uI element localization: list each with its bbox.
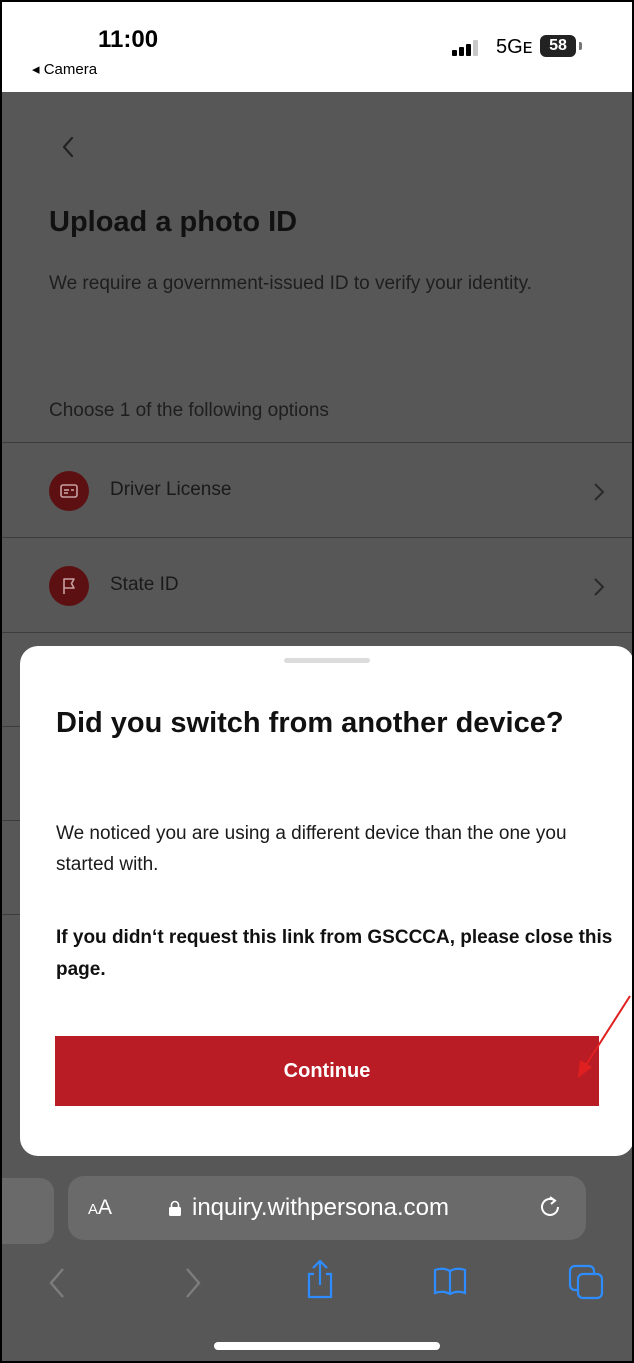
choose-label: Choose 1 of the following options bbox=[49, 400, 329, 421]
reload-icon[interactable] bbox=[538, 1194, 564, 1222]
page-title: Upload a photo ID bbox=[49, 206, 298, 238]
divider bbox=[2, 632, 632, 633]
sheet-drag-handle[interactable] bbox=[284, 658, 370, 663]
tabs-icon[interactable] bbox=[568, 1264, 606, 1300]
share-icon[interactable] bbox=[305, 1258, 335, 1300]
address-bar[interactable]: AA inquiry.withpersona.com bbox=[68, 1176, 586, 1240]
sheet-warning: If you didn‘t request this link from GSC… bbox=[56, 927, 613, 980]
previous-tab-peek[interactable] bbox=[2, 1178, 54, 1244]
option-label: Driver License bbox=[110, 479, 232, 500]
url-text: inquiry.withpersona.com bbox=[192, 1194, 450, 1221]
battery-tip bbox=[579, 42, 582, 50]
continue-button[interactable]: Continue bbox=[55, 1036, 599, 1106]
id-card-icon bbox=[49, 471, 89, 511]
status-time: 11:00 bbox=[98, 26, 159, 53]
back-to-camera-link[interactable]: ◂ Camera bbox=[32, 60, 97, 78]
chevron-right-icon bbox=[594, 578, 605, 596]
switch-device-sheet: Did you switch from another device? We n… bbox=[20, 646, 632, 1156]
status-bar: 11:00 ◂ Camera 5Gᴇ 58 bbox=[2, 2, 632, 92]
option-driver-license[interactable]: Driver License bbox=[2, 443, 632, 537]
back-chevron-icon[interactable] bbox=[58, 132, 78, 162]
phone-screen: 11:00 ◂ Camera 5Gᴇ 58 Upload a photo ID … bbox=[0, 0, 634, 1363]
reader-settings-button[interactable]: AA bbox=[88, 1196, 112, 1220]
page-description: We require a government-issued ID to ver… bbox=[49, 273, 532, 294]
option-label: State ID bbox=[110, 574, 179, 595]
bookmarks-icon[interactable] bbox=[432, 1266, 468, 1296]
option-state-id[interactable]: State ID bbox=[2, 538, 632, 632]
flag-icon bbox=[49, 566, 89, 606]
chevron-right-icon bbox=[594, 483, 605, 501]
sheet-title: Did you switch from another device? bbox=[56, 707, 564, 739]
battery-icon: 58 bbox=[540, 35, 576, 57]
forward-icon[interactable] bbox=[182, 1266, 204, 1300]
home-indicator bbox=[214, 1342, 440, 1350]
sheet-body: We noticed you are using a different dev… bbox=[56, 823, 567, 875]
signal-icon bbox=[452, 40, 478, 56]
back-icon[interactable] bbox=[46, 1266, 68, 1300]
lock-icon bbox=[169, 1200, 181, 1216]
red-arrow-annotation bbox=[578, 995, 631, 1078]
network-type: 5Gᴇ bbox=[496, 36, 533, 58]
